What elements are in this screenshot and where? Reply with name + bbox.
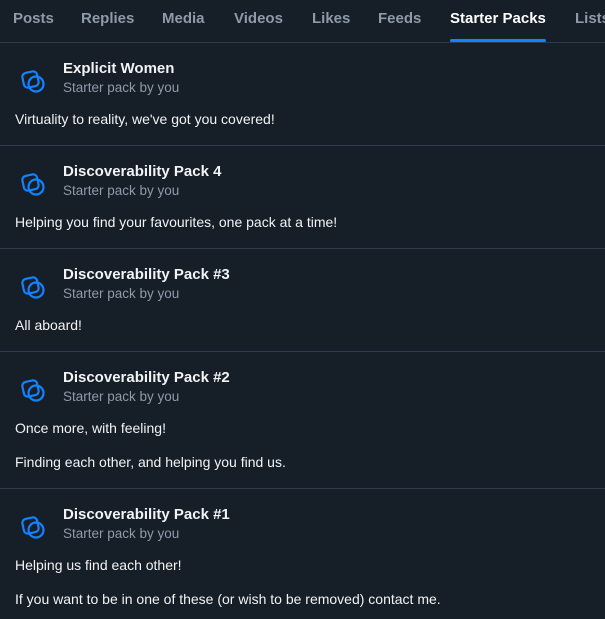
pack-subtitle: Starter pack by you bbox=[63, 526, 180, 541]
tab-starter-packs[interactable]: Starter Packs bbox=[450, 0, 546, 42]
pack-subtitle: Starter pack by you bbox=[63, 80, 180, 95]
tab-replies[interactable]: Replies bbox=[81, 0, 134, 42]
starter-pack-item[interactable]: Discoverability Pack #3 Starter pack by … bbox=[0, 249, 605, 352]
pack-subtitle: Starter pack by you bbox=[63, 183, 180, 198]
tab-label: Starter Packs bbox=[450, 10, 546, 27]
pack-description: Helping us find each other! bbox=[15, 557, 182, 573]
starter-pack-icon bbox=[21, 516, 45, 539]
pack-description: Finding each other, and helping you find… bbox=[15, 454, 286, 470]
tab-feeds[interactable]: Feeds bbox=[378, 0, 421, 42]
starter-pack-item[interactable]: Discoverability Pack #2 Starter pack by … bbox=[0, 352, 605, 489]
pack-title: Discoverability Pack #1 bbox=[63, 506, 230, 523]
starter-pack-icon bbox=[21, 70, 45, 93]
tab-media[interactable]: Media bbox=[162, 0, 205, 42]
tab-label: Media bbox=[162, 10, 205, 27]
pack-description: All aboard! bbox=[15, 317, 82, 333]
tab-likes[interactable]: Likes bbox=[312, 0, 350, 42]
tab-posts[interactable]: Posts bbox=[13, 0, 54, 42]
tab-label: Videos bbox=[234, 10, 283, 27]
starter-pack-icon bbox=[21, 173, 45, 196]
pack-description: Virtuality to reality, we've got you cov… bbox=[15, 111, 275, 127]
pack-title: Discoverability Pack #2 bbox=[63, 369, 230, 386]
pack-title: Discoverability Pack #3 bbox=[63, 266, 230, 283]
tab-videos[interactable]: Videos bbox=[234, 0, 283, 42]
pack-description: Helping you find your favourites, one pa… bbox=[15, 214, 338, 230]
tab-label: Feeds bbox=[378, 10, 422, 27]
pack-subtitle: Starter pack by you bbox=[63, 286, 180, 301]
starter-pack-item[interactable]: Discoverability Pack 4 Starter pack by y… bbox=[0, 146, 605, 249]
profile-content: Posts Replies Media Videos Likes Feeds S… bbox=[0, 0, 605, 619]
starter-pack-icon bbox=[21, 379, 45, 402]
pack-description: If you want to be in one of these (or wi… bbox=[15, 591, 441, 607]
tab-label: Replies bbox=[81, 10, 135, 27]
starter-pack-item[interactable]: Explicit Women Starter pack by you Virtu… bbox=[0, 43, 605, 146]
active-tab-indicator bbox=[450, 39, 546, 42]
pack-title: Discoverability Pack 4 bbox=[63, 163, 222, 180]
pack-title: Explicit Women bbox=[63, 60, 175, 77]
tab-label: Lists bbox=[575, 10, 605, 27]
tab-label: Posts bbox=[13, 10, 54, 27]
tab-label: Likes bbox=[312, 10, 351, 27]
pack-description: Once more, with feeling! bbox=[15, 420, 166, 436]
profile-tabs: Posts Replies Media Videos Likes Feeds S… bbox=[0, 0, 605, 43]
starter-pack-icon bbox=[21, 276, 45, 299]
pack-subtitle: Starter pack by you bbox=[63, 389, 180, 404]
starter-pack-item[interactable]: Discoverability Pack #1 Starter pack by … bbox=[0, 489, 605, 619]
tab-lists[interactable]: Lists bbox=[575, 0, 605, 42]
